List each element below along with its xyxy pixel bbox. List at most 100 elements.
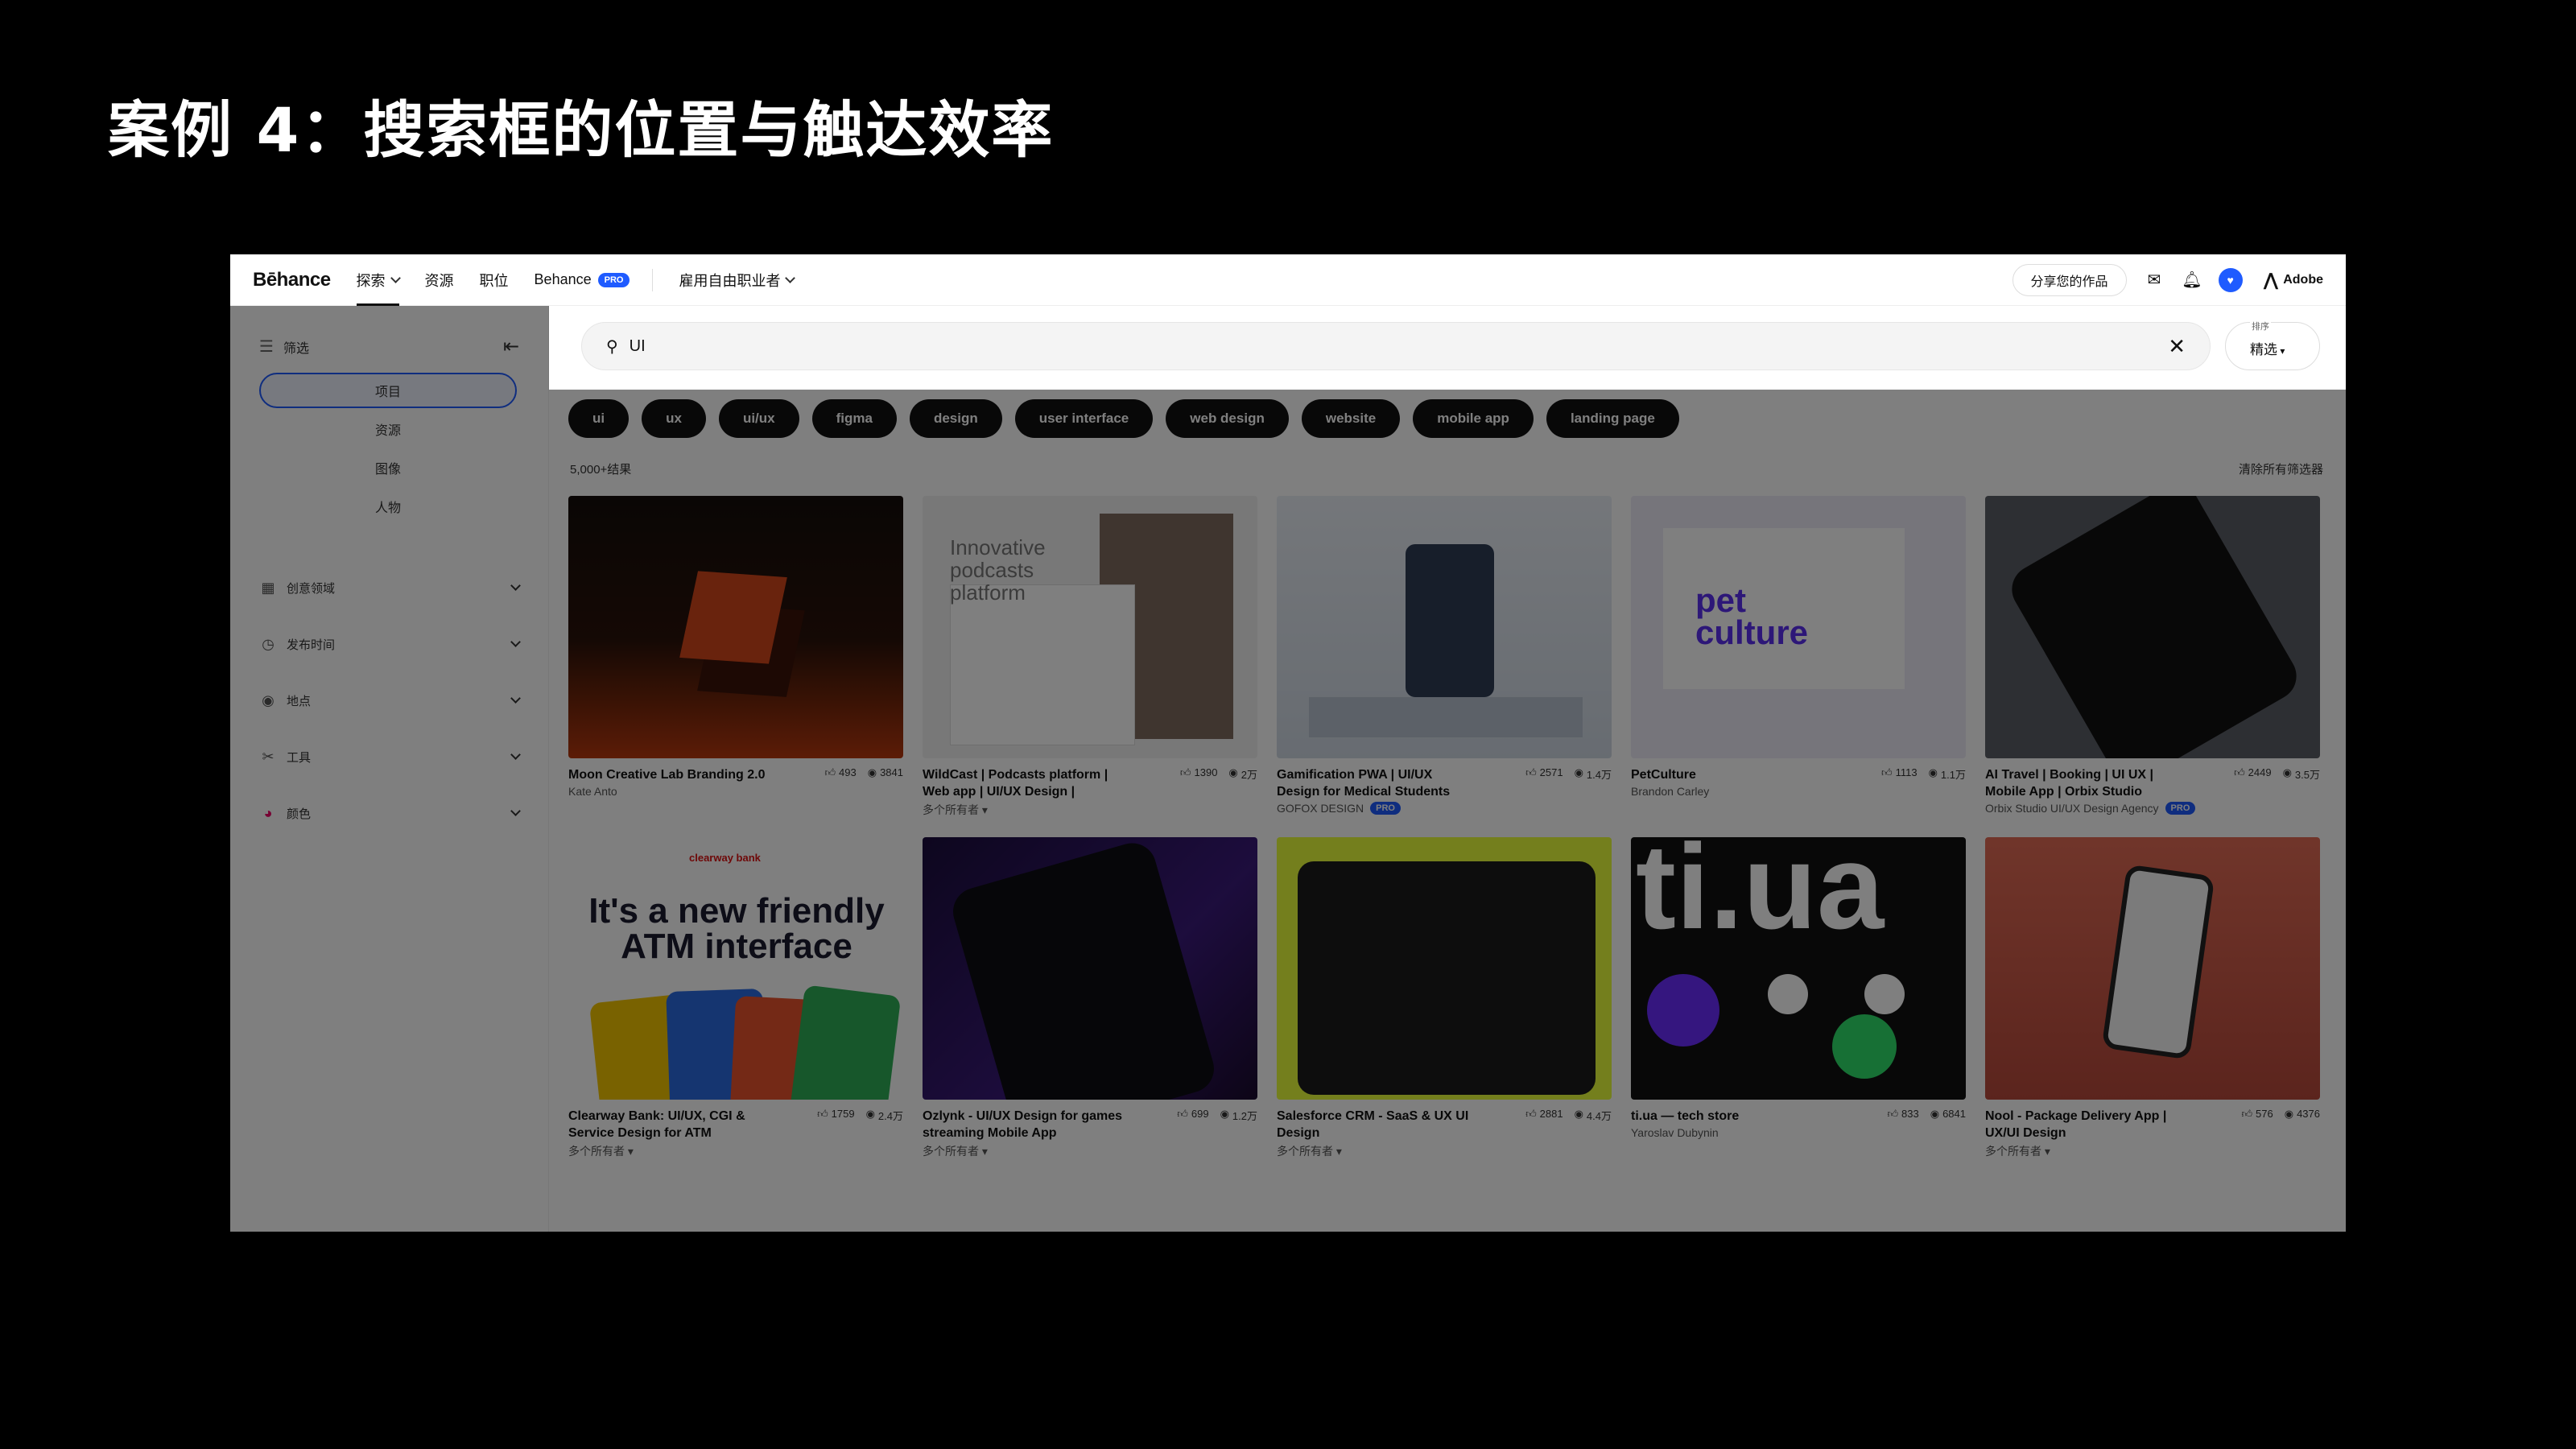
project-card[interactable]: pet culture PetCulture 👍︎ 1113 ◉ 1.1万 Brando… bbox=[1631, 496, 1966, 818]
facet-tools[interactable]: ✂ 工具 bbox=[259, 729, 521, 785]
project-stats: 👍︎ 2571 ◉ 1.4万 bbox=[1514, 766, 1612, 800]
bell-icon[interactable]: 🔔︎ bbox=[2182, 270, 2202, 290]
chevron-down-icon bbox=[510, 749, 521, 760]
project-owner[interactable]: Kate Anto bbox=[568, 785, 903, 798]
project-thumbnail[interactable] bbox=[923, 837, 1257, 1100]
facet-label: 工具 bbox=[287, 750, 312, 765]
tag-pill[interactable]: landing page bbox=[1546, 399, 1679, 438]
owner-name: Orbix Studio UI/UX Design Agency bbox=[1985, 802, 2159, 815]
mail-icon[interactable]: ✉ bbox=[2148, 270, 2161, 290]
nav-explore[interactable]: 探索 bbox=[356, 254, 401, 306]
card-meta: Ozlynk - UI/UX Design for games streamin… bbox=[923, 1108, 1257, 1141]
project-card[interactable]: clearway bank It's a new friendly ATM in… bbox=[568, 837, 903, 1159]
top-nav: Bēhance 探索 资源 职位 Behance PRO 雇用自由职业者 分享您的… bbox=[230, 254, 2346, 306]
share-work-button[interactable]: 分享您的作品 bbox=[2012, 263, 2127, 296]
facet-creative-field[interactable]: ▦ 创意领域 bbox=[259, 559, 521, 616]
nav-resources[interactable]: 资源 bbox=[425, 254, 454, 306]
avatar[interactable]: ♥ bbox=[2218, 267, 2243, 292]
project-owner[interactable]: Yaroslav Dubynin bbox=[1631, 1126, 1966, 1139]
view-icon: ◉ bbox=[865, 1108, 875, 1120]
thumb-text: It's a new friendly ATM interface bbox=[588, 891, 885, 966]
project-title[interactable]: AI Travel | Booking | UI UX | Mobile App… bbox=[1985, 766, 2186, 800]
sort-select[interactable]: 排序 精选 bbox=[2225, 320, 2320, 370]
project-thumbnail[interactable]: ti.ua bbox=[1631, 837, 1966, 1100]
project-thumbnail[interactable]: pet culture bbox=[1631, 496, 1966, 758]
card-meta: ti.ua — tech store 👍︎ 833 ◉ 6841 bbox=[1631, 1108, 1966, 1125]
project-title[interactable]: Ozlynk - UI/UX Design for games streamin… bbox=[923, 1108, 1124, 1141]
segment-people[interactable]: 人物 bbox=[259, 489, 517, 524]
project-owner[interactable]: Brandon Carley bbox=[1631, 785, 1966, 798]
view-icon: ◉ bbox=[1574, 766, 1583, 778]
clear-search-icon[interactable]: ✕ bbox=[2168, 334, 2186, 359]
view-icon: ◉ bbox=[2282, 766, 2292, 778]
nav-hire-freelancers[interactable]: 雇用自由职业者 bbox=[679, 254, 796, 306]
project-title[interactable]: ti.ua — tech store bbox=[1631, 1108, 1832, 1125]
project-title[interactable]: PetCulture bbox=[1631, 766, 1832, 783]
color-icon: ◕ bbox=[263, 804, 273, 821]
clock-icon: ◷ bbox=[262, 635, 275, 652]
card-meta: Salesforce CRM - SaaS & UX UI Design 👍︎ 28… bbox=[1277, 1108, 1612, 1141]
card-meta: WildCast | Podcasts platform | Web app |… bbox=[923, 766, 1257, 800]
thumb-shape bbox=[1309, 697, 1583, 737]
facet-publish-time[interactable]: ◷ 发布时间 bbox=[259, 616, 521, 672]
nav-explore-label: 探索 bbox=[356, 272, 386, 289]
project-owner[interactable]: 多个所有者 ▾ bbox=[568, 1143, 903, 1159]
like-icon: 👍︎ bbox=[1887, 1108, 1899, 1120]
adobe-logo[interactable]: ⋀ Adobe bbox=[2264, 270, 2323, 291]
project-owner[interactable]: 多个所有者 ▾ bbox=[1277, 1143, 1612, 1159]
card-meta: AI Travel | Booking | UI UX | Mobile App… bbox=[1985, 766, 2320, 800]
tag-pill[interactable]: ui bbox=[568, 399, 630, 438]
nav-behance-pro[interactable]: Behance PRO bbox=[535, 254, 630, 306]
segment-images[interactable]: 图像 bbox=[259, 450, 517, 485]
tag-pill[interactable]: ui/ux bbox=[718, 399, 799, 438]
search-bar[interactable]: ⚲ UI ✕ bbox=[581, 322, 2211, 370]
view-icon: ◉ bbox=[2284, 1108, 2294, 1120]
project-thumbnail[interactable] bbox=[568, 496, 903, 758]
project-title[interactable]: Moon Creative Lab Branding 2.0 bbox=[568, 766, 770, 783]
project-thumbnail[interactable] bbox=[1985, 837, 2320, 1100]
project-owner[interactable]: Orbix Studio UI/UX Design Agency PRO bbox=[1985, 802, 2320, 815]
project-stats: 👍︎ 2449 ◉ 3.5万 bbox=[2223, 766, 2320, 800]
tag-pill[interactable]: figma bbox=[811, 399, 897, 438]
project-thumbnail[interactable] bbox=[1985, 496, 2320, 758]
project-card[interactable]: Gamification PWA | UI/UX Design for Medi… bbox=[1277, 496, 1612, 818]
tag-pill[interactable]: web design bbox=[1166, 399, 1289, 438]
project-thumbnail[interactable] bbox=[1277, 837, 1612, 1100]
project-owner[interactable]: 多个所有者 ▾ bbox=[923, 802, 1257, 818]
nav-jobs[interactable]: 职位 bbox=[480, 254, 509, 306]
project-title[interactable]: Nool - Package Delivery App | UX/UI Desi… bbox=[1985, 1108, 2186, 1141]
tag-pill[interactable]: ux bbox=[642, 399, 706, 438]
project-stats: 👍︎ 699 ◉ 1.2万 bbox=[1166, 1108, 1257, 1141]
project-title[interactable]: WildCast | Podcasts platform | Web app |… bbox=[923, 766, 1124, 800]
project-card[interactable]: AI Travel | Booking | UI UX | Mobile App… bbox=[1985, 496, 2320, 818]
project-owner[interactable]: 多个所有者 ▾ bbox=[923, 1143, 1257, 1159]
tag-pill[interactable]: design bbox=[909, 399, 1002, 438]
facet-color[interactable]: ◕ 颜色 bbox=[259, 785, 521, 841]
project-thumbnail[interactable]: clearway bank It's a new friendly ATM in… bbox=[568, 837, 903, 1100]
segment-assets[interactable]: 资源 bbox=[259, 411, 517, 447]
project-card[interactable]: Ozlynk - UI/UX Design for games streamin… bbox=[923, 837, 1257, 1159]
segment-projects[interactable]: 项目 bbox=[259, 373, 517, 408]
tag-pill[interactable]: user interface bbox=[1014, 399, 1154, 438]
project-owner[interactable]: GOFOX DESIGN PRO bbox=[1277, 802, 1612, 815]
facet-location[interactable]: ◉ 地点 bbox=[259, 672, 521, 729]
tag-pill[interactable]: website bbox=[1301, 399, 1401, 438]
project-owner[interactable]: 多个所有者 ▾ bbox=[1985, 1143, 2320, 1159]
slide-title: 案例 4：搜索框的位置与触达效率 bbox=[108, 94, 1055, 166]
project-card[interactable]: Innovative podcasts platform WildCast | … bbox=[923, 496, 1257, 818]
project-title[interactable]: Salesforce CRM - SaaS & UX UI Design bbox=[1277, 1108, 1478, 1141]
clear-filters-link[interactable]: 清除所有筛选器 bbox=[2239, 460, 2323, 477]
project-thumbnail[interactable] bbox=[1277, 496, 1612, 758]
project-title[interactable]: Clearway Bank: UI/UX, CGI & Service Desi… bbox=[568, 1108, 770, 1141]
collapse-sidebar-icon[interactable]: ⇤ bbox=[503, 335, 519, 358]
project-thumbnail[interactable]: Innovative podcasts platform bbox=[923, 496, 1257, 758]
project-card[interactable]: Moon Creative Lab Branding 2.0 👍︎ 493 ◉ 3841… bbox=[568, 496, 903, 818]
project-card[interactable]: Nool - Package Delivery App | UX/UI Desi… bbox=[1985, 837, 2320, 1159]
view-count: 3.5万 bbox=[2294, 769, 2320, 781]
behance-logo[interactable]: Bēhance bbox=[253, 269, 331, 291]
search-input[interactable]: UI bbox=[630, 337, 646, 356]
project-card[interactable]: ti.ua ti.ua — tech store 👍︎ 833 ◉ 6841 Yaros… bbox=[1631, 837, 1966, 1159]
project-card[interactable]: Salesforce CRM - SaaS & UX UI Design 👍︎ 28… bbox=[1277, 837, 1612, 1159]
project-title[interactable]: Gamification PWA | UI/UX Design for Medi… bbox=[1277, 766, 1478, 800]
tag-pill[interactable]: mobile app bbox=[1413, 399, 1534, 438]
